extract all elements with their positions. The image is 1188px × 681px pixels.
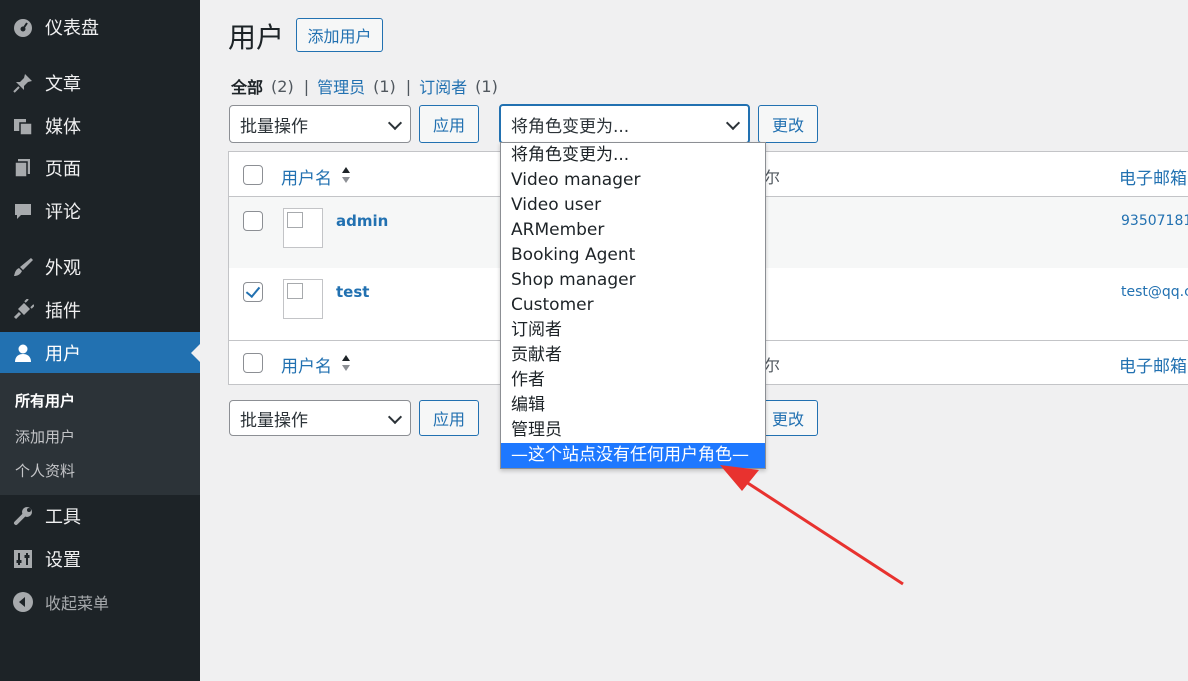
annotation-arrow [720, 465, 904, 586]
